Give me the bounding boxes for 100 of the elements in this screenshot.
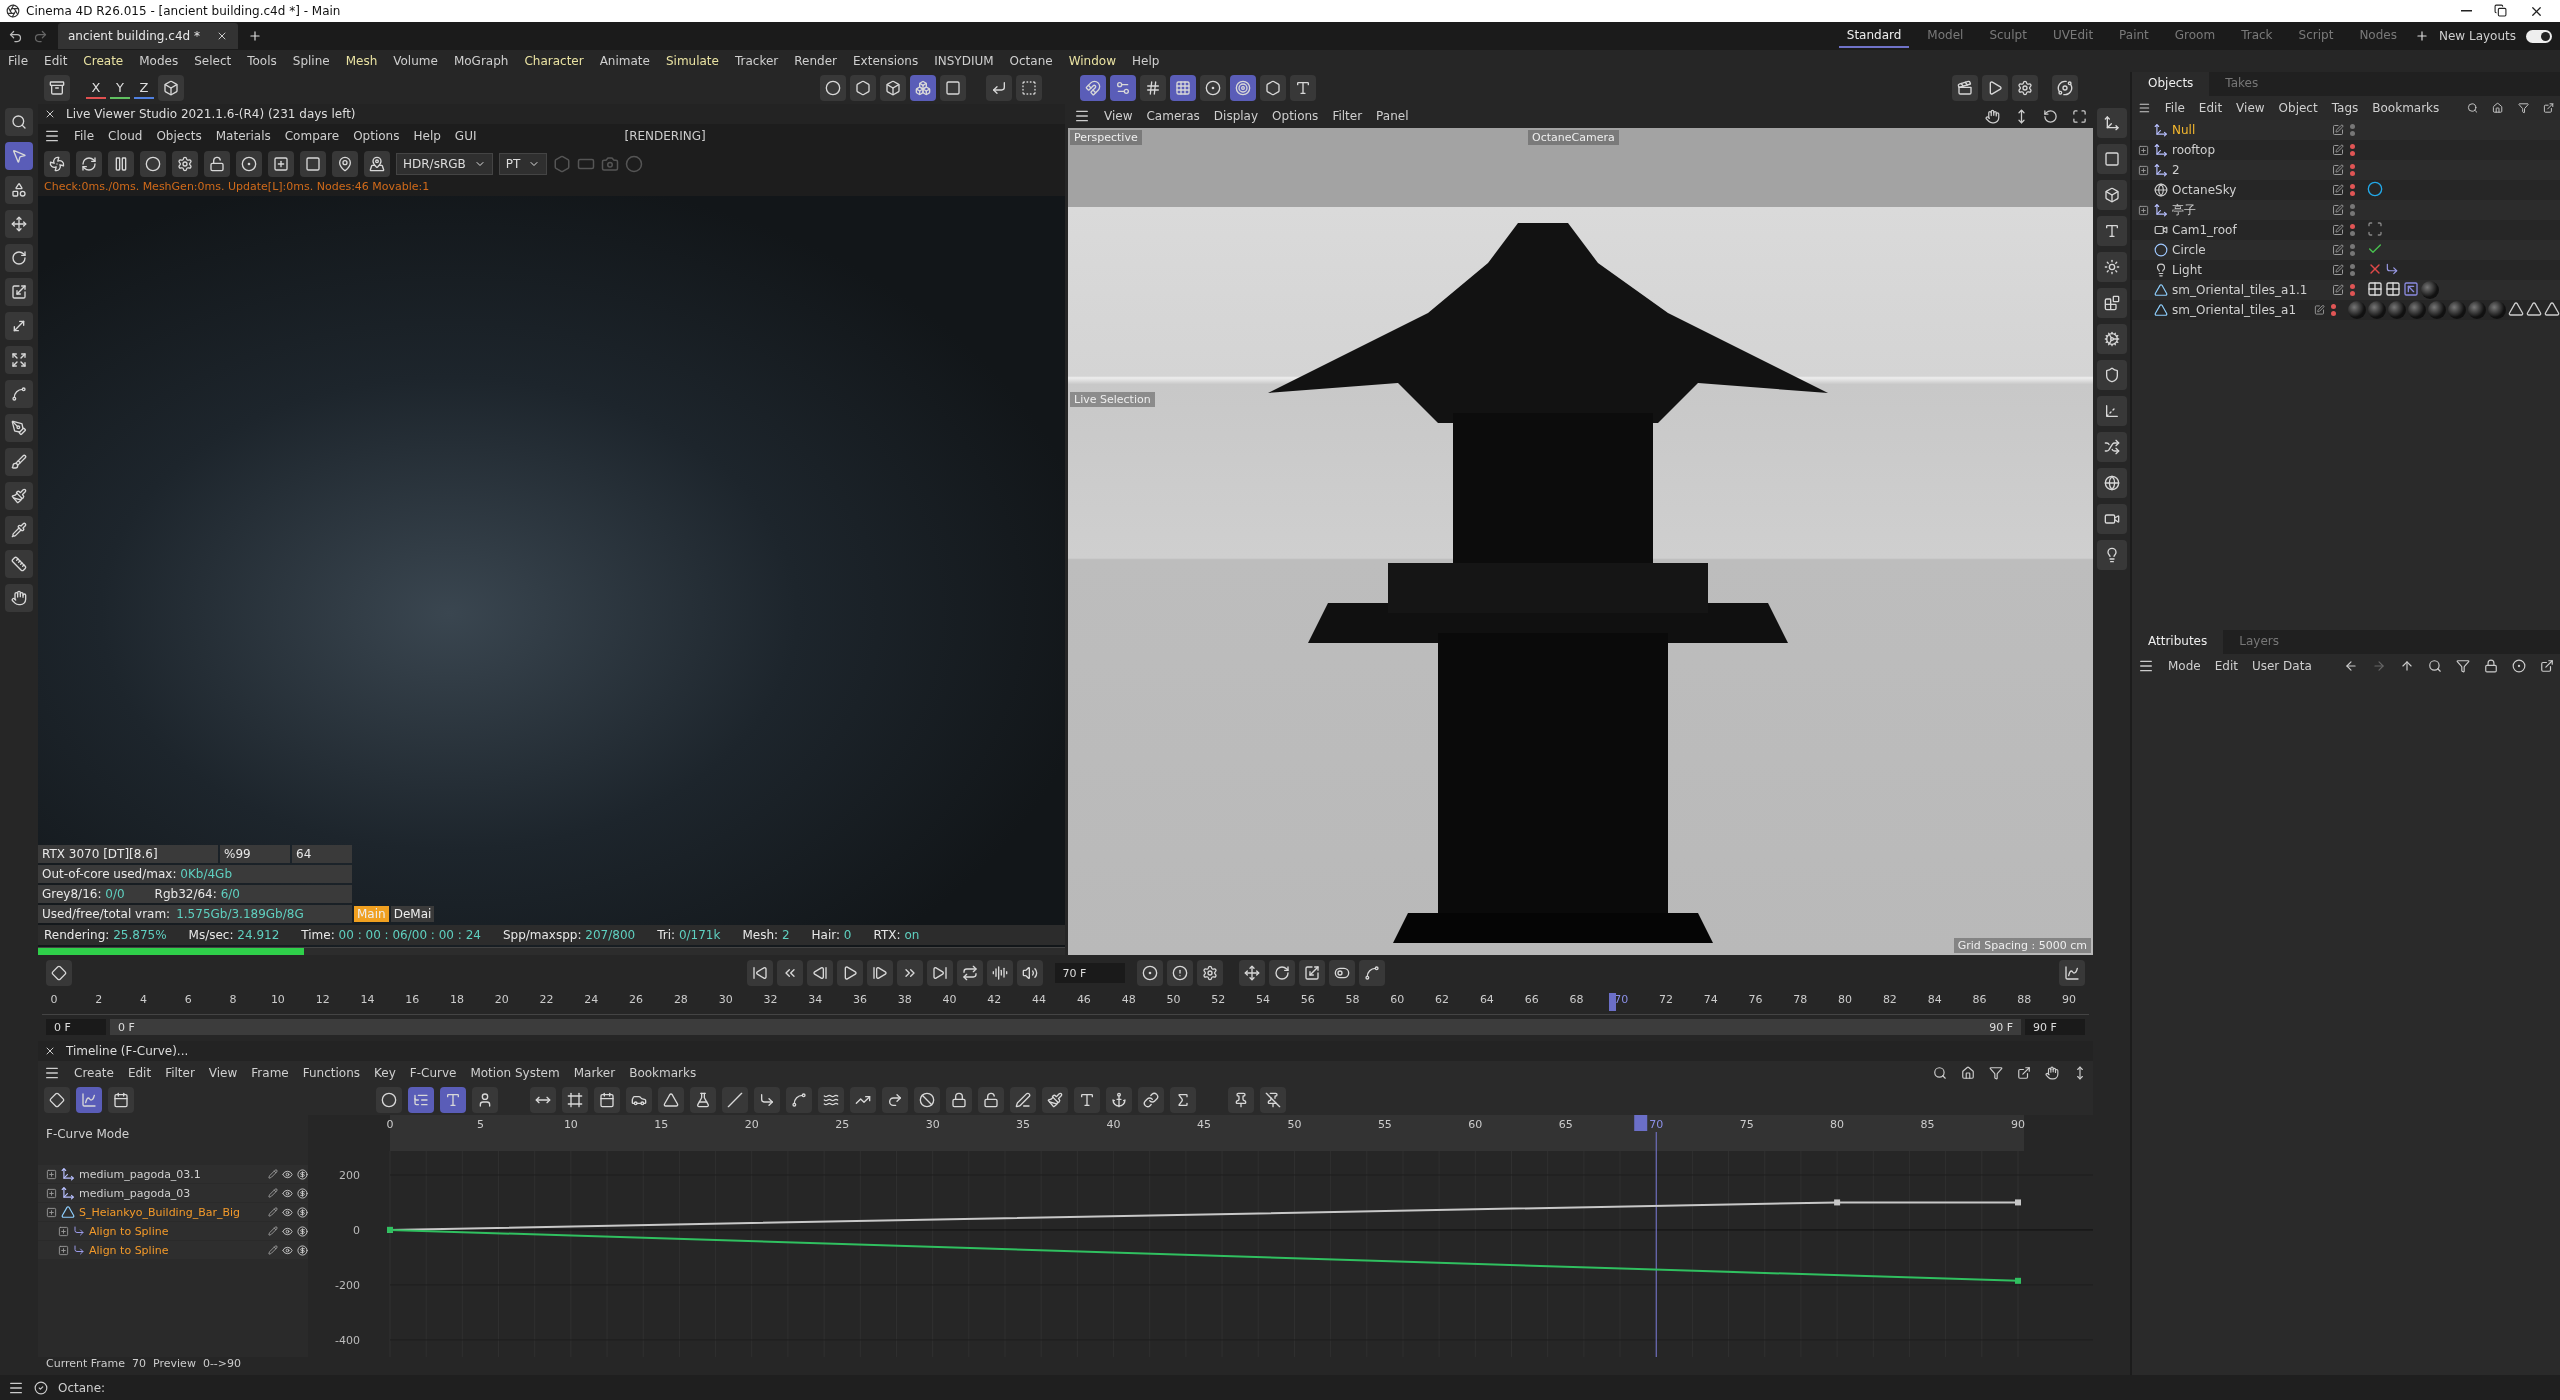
menu-item[interactable]: Character: [524, 54, 584, 68]
object-name[interactable]: 亭子: [2172, 201, 2196, 219]
object-name[interactable]: Circle: [2172, 243, 2206, 257]
layout-tab[interactable]: UVEdit: [2044, 24, 2102, 48]
object-row[interactable]: sm_Oriental_tiles_a1: [2132, 300, 2560, 320]
menu-item[interactable]: Compare: [284, 129, 340, 143]
menu-item[interactable]: Select: [194, 54, 232, 68]
menu-item[interactable]: Object: [2278, 101, 2318, 115]
object-row[interactable]: Light: [2132, 260, 2560, 280]
menu-item[interactable]: Filter: [1332, 109, 1363, 123]
color-mode-dropdown[interactable]: HDR/sRGB: [396, 153, 493, 175]
menu-item[interactable]: Materials: [215, 129, 271, 143]
menu-item[interactable]: Create: [83, 54, 124, 68]
axis-lock-button[interactable]: X: [86, 77, 106, 99]
menu-item[interactable]: INSYDIUM: [934, 54, 994, 68]
menu-item[interactable]: GUI: [454, 129, 477, 143]
object-name[interactable]: sm_Oriental_tiles_a1.1: [2172, 283, 2308, 297]
axis-lock-button[interactable]: Y: [110, 77, 130, 99]
panel-tab[interactable]: Layers: [2223, 630, 2295, 654]
panel-tab[interactable]: Takes: [2209, 72, 2275, 96]
menu-item[interactable]: Cloud: [108, 129, 143, 143]
menu-item[interactable]: Edit: [127, 1066, 152, 1080]
object-name[interactable]: OctaneSky: [2172, 183, 2237, 197]
end-frame-field[interactable]: 90 F: [2025, 1019, 2085, 1036]
panel-tab[interactable]: Attributes: [2132, 630, 2224, 654]
menu-item[interactable]: Spline: [292, 54, 330, 68]
menu-item[interactable]: Filter: [165, 1066, 195, 1080]
panel-tab[interactable]: Objects: [2132, 72, 2210, 96]
menu-item[interactable]: Tracker: [734, 54, 779, 68]
menu-item[interactable]: Functions: [302, 1066, 360, 1080]
track-row[interactable]: medium_pagoda_03.1: [38, 1165, 308, 1183]
kernel-dropdown[interactable]: PT: [498, 153, 548, 175]
object-row[interactable]: OctaneSky: [2132, 180, 2560, 200]
menu-item[interactable]: Display: [1213, 109, 1259, 123]
menu-item[interactable]: File: [8, 54, 29, 68]
object-name[interactable]: Null: [2172, 123, 2196, 137]
track-row[interactable]: Align to Spline: [38, 1241, 308, 1259]
menu-item[interactable]: F-Curve: [409, 1066, 457, 1080]
menu-item[interactable]: View: [208, 1066, 238, 1080]
menu-item[interactable]: Volume: [393, 54, 438, 68]
layout-tab[interactable]: Nodes: [2351, 24, 2405, 48]
menu-item[interactable]: Options: [1272, 109, 1319, 123]
camera-label[interactable]: OctaneCamera: [1528, 130, 1619, 145]
current-frame-field[interactable]: 70 F: [1054, 963, 1125, 984]
menu-item[interactable]: User Data: [2251, 659, 2312, 673]
object-name[interactable]: sm_Oriental_tiles_a1: [2172, 303, 2297, 317]
preview-range-bar[interactable]: 0 F 90 F: [110, 1019, 2021, 1036]
menu-item[interactable]: Objects: [156, 129, 202, 143]
menu-item[interactable]: Key: [374, 1066, 396, 1080]
menu-item[interactable]: Edit: [2214, 659, 2238, 673]
layout-tab[interactable]: Model: [1919, 24, 1972, 48]
render-tab[interactable]: DeMai: [390, 906, 435, 923]
menu-item[interactable]: MoGraph: [453, 54, 509, 68]
object-name[interactable]: Cam1_roof: [2172, 223, 2237, 237]
object-name[interactable]: rooftop: [2172, 143, 2216, 157]
menu-item[interactable]: Mode: [2168, 659, 2201, 673]
menu-item[interactable]: Extensions: [853, 54, 919, 68]
object-row[interactable]: Cam1_roof: [2132, 220, 2560, 240]
menu-item[interactable]: Options: [353, 129, 400, 143]
menu-item[interactable]: Help: [1132, 54, 1160, 68]
layout-tab[interactable]: Script: [2290, 24, 2342, 48]
menu-item[interactable]: File: [74, 129, 95, 143]
menu-item[interactable]: Simulate: [665, 54, 719, 68]
menu-item[interactable]: Bookmarks: [2372, 101, 2440, 115]
menu-item[interactable]: Animate: [599, 54, 650, 68]
menu-item[interactable]: Tools: [247, 54, 277, 68]
menu-item[interactable]: Create: [74, 1066, 114, 1080]
menu-item[interactable]: Frame: [251, 1066, 289, 1080]
object-row[interactable]: rooftop: [2132, 140, 2560, 160]
menu-item[interactable]: Mesh: [345, 54, 378, 68]
menu-item[interactable]: Tags: [2331, 101, 2359, 115]
menu-item[interactable]: Cameras: [1146, 109, 1200, 123]
axis-lock-button[interactable]: Z: [134, 77, 154, 99]
menu-item[interactable]: Window: [1068, 54, 1116, 68]
menu-item[interactable]: Edit: [44, 54, 68, 68]
track-row[interactable]: S_Heiankyo_Building_Bar_Big: [38, 1203, 308, 1221]
menu-item[interactable]: Edit: [2198, 101, 2223, 115]
frame-ruler[interactable]: 0 2 4 6 8 10 12 14 16 18 20 22 24 26 28 30 32 34 36 38 40 42 44 46 48 50 52 54 56 58 60 62 64 66 68 70 72 74 76 78 80 82 84 86 88 90: [42, 991, 2089, 1016]
menu-item[interactable]: View: [2236, 101, 2265, 115]
object-name[interactable]: Light: [2172, 263, 2202, 277]
menu-item[interactable]: Motion System: [470, 1066, 560, 1080]
menu-item[interactable]: Octane: [1009, 54, 1053, 68]
menu-item[interactable]: File: [2164, 101, 2185, 115]
track-row[interactable]: Align to Spline: [38, 1222, 308, 1240]
layout-tab[interactable]: Paint: [2111, 24, 2157, 48]
layout-tab[interactable]: Sculpt: [1981, 24, 2035, 48]
menu-item[interactable]: View: [1104, 109, 1133, 123]
start-frame-field[interactable]: 0 F: [46, 1019, 106, 1036]
menu-item[interactable]: Panel: [1376, 109, 1409, 123]
menu-item[interactable]: Modes: [139, 54, 179, 68]
layout-tab[interactable]: Groom: [2166, 24, 2224, 48]
layout-tab[interactable]: Track: [2233, 24, 2281, 48]
menu-item[interactable]: Render: [794, 54, 837, 68]
menu-item[interactable]: Help: [413, 129, 441, 143]
menu-item[interactable]: Bookmarks: [629, 1066, 697, 1080]
object-name[interactable]: 2: [2172, 163, 2180, 177]
layout-tab[interactable]: Standard: [1838, 24, 1910, 48]
document-tab[interactable]: ancient building.c4d *: [58, 23, 238, 49]
menu-item[interactable]: Marker: [573, 1066, 616, 1080]
track-row[interactable]: medium_pagoda_03: [38, 1184, 308, 1202]
